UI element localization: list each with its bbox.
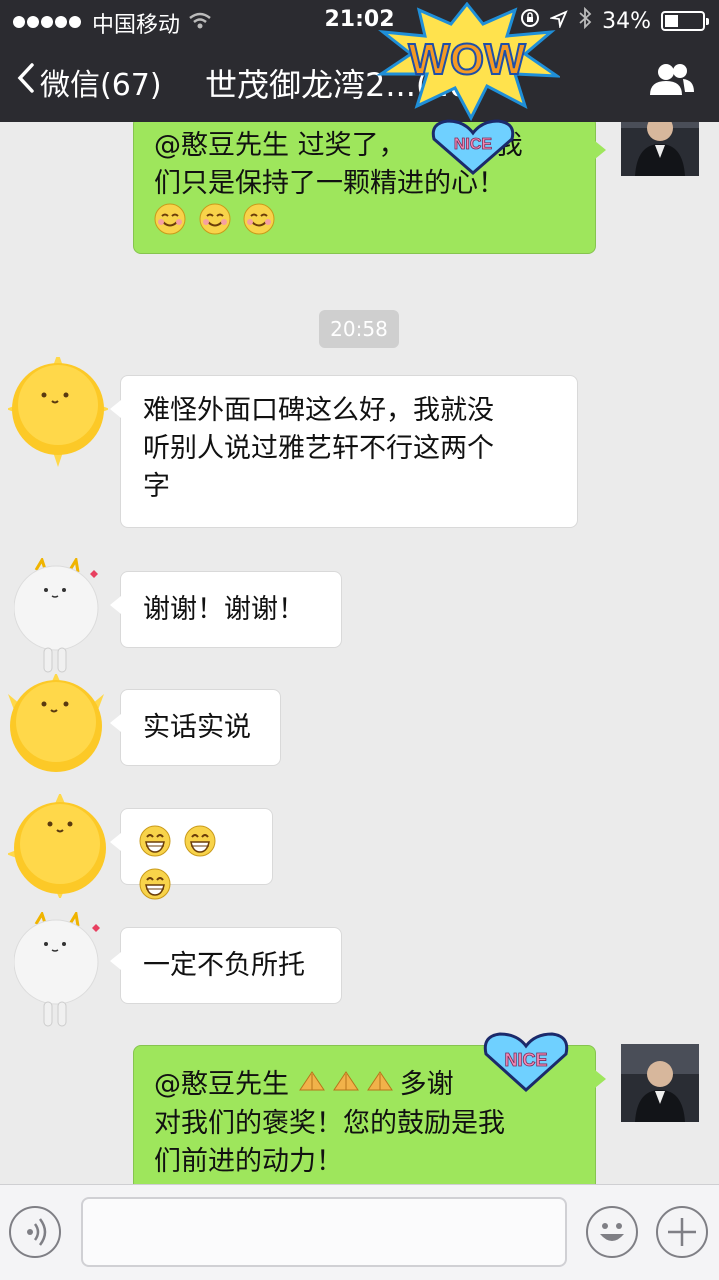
chevron-left-icon (16, 62, 36, 102)
timestamp: 20:58 (319, 310, 399, 348)
emoji-button[interactable] (586, 1206, 638, 1258)
smile-emoji (199, 203, 231, 246)
message-bubble-in[interactable]: 谢谢！谢谢！ (110, 571, 342, 648)
status-bar: 中国移动 21:02 34% (0, 0, 719, 40)
grin-emoji (139, 825, 171, 868)
lock-rotation-icon (520, 8, 540, 34)
chat-title: 世茂御龙湾2...(10) (205, 66, 482, 104)
group-info-button[interactable] (649, 62, 695, 100)
chat-area[interactable]: @憨豆先生 过奖了，我 们只是保持了一颗精进的心！ 20:58 难怪外面口碑这么… (0, 122, 719, 1184)
smiley-icon (600, 1223, 624, 1241)
praying-hands-icon (332, 1067, 362, 1105)
praying-hands-icon (366, 1067, 396, 1105)
bluetooth-icon (578, 6, 592, 35)
message-bubble-in[interactable]: 难怪外面口碑这么好，我就没 听别人说过雅艺轩不行这两个 字 (110, 375, 578, 528)
plus-icon (668, 1218, 696, 1246)
praying-hands-icon (298, 1067, 328, 1105)
group-members-icon (650, 64, 694, 95)
top-bar: 中国移动 21:02 34% 微信(67) 世茂御龙湾2...(10) (0, 0, 719, 122)
avatar-self[interactable] (621, 122, 699, 176)
avatar-sun[interactable] (6, 352, 110, 467)
back-label: 微信(67) (40, 68, 162, 103)
more-actions-button[interactable] (656, 1206, 708, 1258)
smile-emoji (154, 203, 186, 246)
avatar-self[interactable] (621, 1044, 699, 1122)
avatar-bear[interactable] (13, 909, 102, 1036)
message-bubble-out[interactable]: @憨豆先生 过奖了，我 们只是保持了一颗精进的心！ (133, 122, 606, 254)
location-icon (548, 9, 568, 34)
avatar-sun[interactable] (6, 792, 112, 900)
grin-emoji (139, 868, 171, 911)
battery-percent: 34% (602, 8, 651, 34)
voice-icon (27, 1218, 47, 1246)
avatar-sun[interactable] (4, 672, 108, 778)
avatar-bear[interactable] (13, 555, 102, 678)
back-button[interactable]: 微信(67) (16, 60, 162, 104)
grin-emoji (184, 825, 216, 868)
message-bubble-in[interactable]: 一定不负所托 (110, 927, 342, 1004)
message-bubble-out[interactable]: @憨豆先生 多谢 对我们的褒奖！您的鼓励是我 们前进的动力！ (133, 1045, 606, 1184)
message-bubble-in[interactable] (110, 808, 273, 900)
smile-emoji (243, 203, 275, 246)
input-bar (0, 1184, 719, 1280)
voice-input-button[interactable] (9, 1206, 61, 1258)
message-input[interactable] (81, 1197, 567, 1267)
message-bubble-in[interactable]: 实话实说 (110, 689, 281, 766)
battery-icon (661, 11, 709, 31)
